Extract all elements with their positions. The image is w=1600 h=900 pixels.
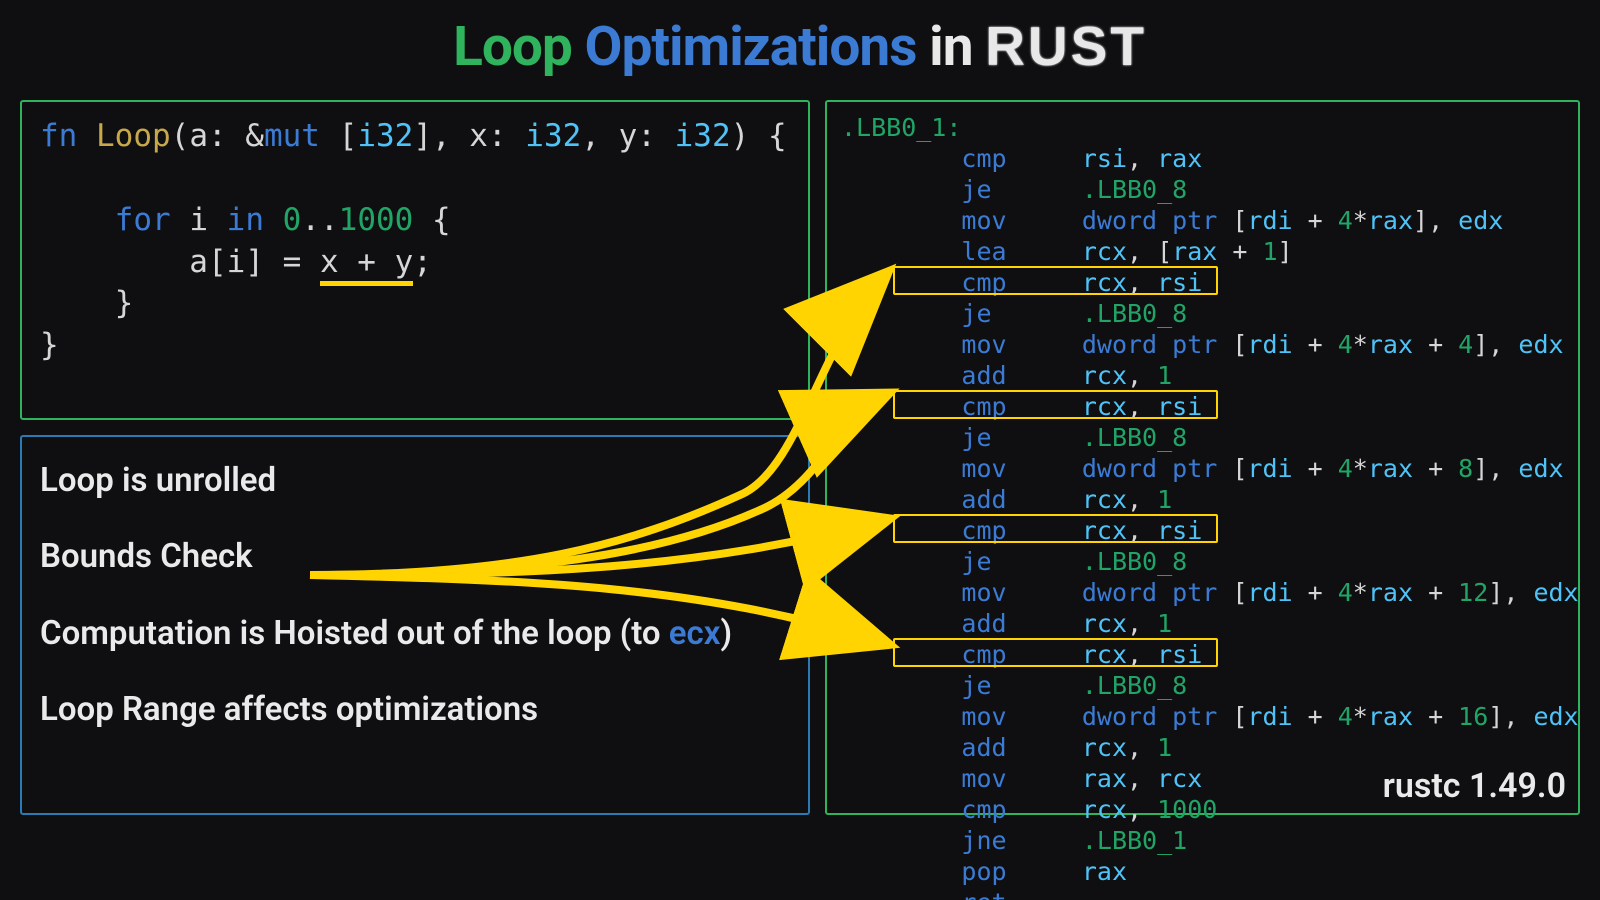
analysis-notes-panel: Loop is unrolled Bounds Check Computatio…	[20, 435, 810, 815]
rust-code-block: fn Loop(a: &mut [i32], x: i32, y: i32) {…	[40, 116, 790, 367]
title-word-optimizations: Optimizations	[585, 15, 917, 79]
assembly-output-panel: .LBB0_1: cmp rsi, rax je .LBB0_8 mov dwo…	[825, 100, 1580, 815]
hoisted-expression-underline: x + y	[320, 244, 413, 286]
rust-source-panel: fn Loop(a: &mut [i32], x: i32, y: i32) {…	[20, 100, 810, 420]
note-loop-unrolled: Loop is unrolled	[40, 461, 790, 501]
compiler-version-label: rustc 1.49.0	[1383, 766, 1566, 806]
note-hoisted: Computation is Hoisted out of the loop (…	[40, 614, 790, 654]
title-word-in: in	[929, 15, 972, 79]
slide-title: Loop Optimizations in RUST	[0, 0, 1600, 89]
note-hoisted-reg: ecx	[669, 614, 721, 653]
title-word-loop: Loop	[453, 15, 572, 79]
note-bounds-check: Bounds Check	[40, 537, 790, 577]
title-word-rust: RUST	[985, 15, 1147, 77]
note-hoisted-pre: Computation is Hoisted out of the loop (…	[40, 614, 669, 653]
note-loop-range: Loop Range affects optimizations	[40, 690, 790, 730]
note-hoisted-post: )	[720, 614, 732, 653]
